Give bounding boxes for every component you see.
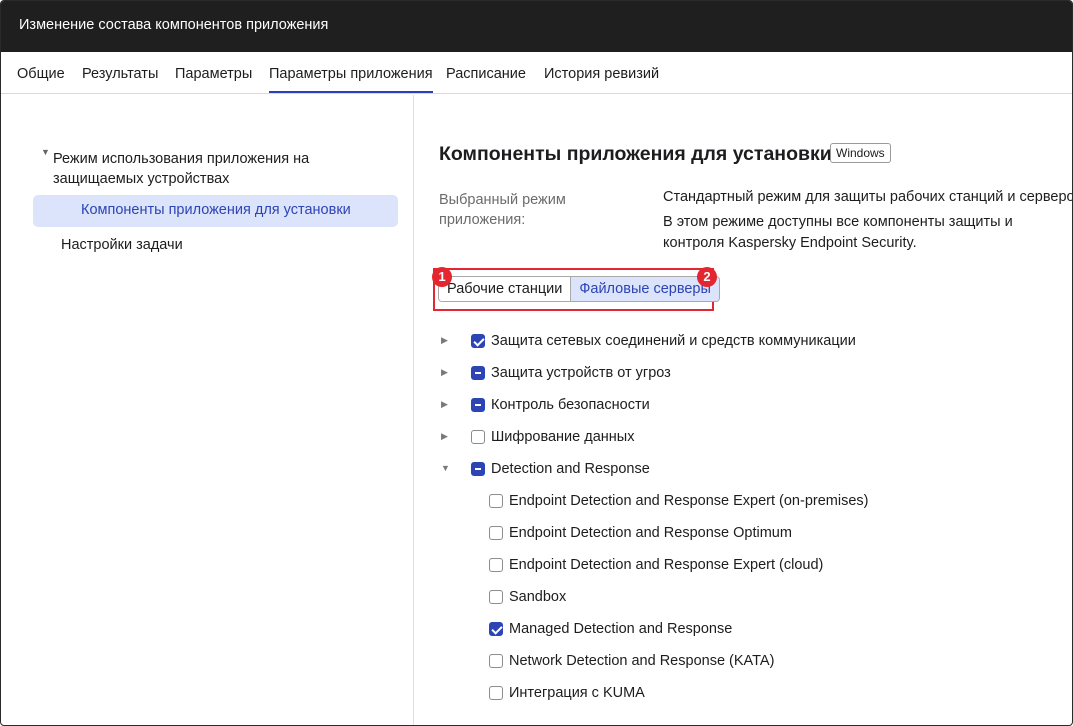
subcomponent-label: Managed Detection and Response: [509, 621, 733, 637]
subcomponent-label: Интеграция с KUMA: [509, 685, 645, 701]
subcomponent-label: Endpoint Detection and Response Expert (…: [509, 493, 869, 509]
segment-workstations[interactable]: Рабочие станции: [439, 277, 572, 301]
subcomponent-label: Network Detection and Response (KATA): [509, 653, 775, 669]
dialog-window: Изменение состава компонентов приложения…: [0, 0, 1073, 726]
annotation-marker-1: 1: [432, 267, 452, 287]
subcomponent-checkbox[interactable]: [489, 654, 503, 668]
title-bar: Изменение состава компонентов приложения: [1, 1, 1072, 52]
subcomponent-mdr: Managed Detection and Response: [489, 618, 732, 640]
main-content: Компоненты приложения для установки Wind…: [415, 95, 1073, 725]
subcomponent-edr-optimum: Endpoint Detection and Response Optimum: [489, 522, 792, 544]
mode-label: Выбранный режим приложения:: [439, 192, 566, 228]
page-title: Компоненты приложения для установки: [439, 143, 832, 165]
subcomponent-label: Sandbox: [509, 589, 567, 605]
component-label: Контроль безопасности: [491, 397, 650, 413]
tab-general[interactable]: Общие: [17, 66, 65, 82]
subcomponent-checkbox[interactable]: [489, 686, 503, 700]
subcomponent-checkbox[interactable]: [489, 558, 503, 572]
component-security-controls-checkbox[interactable]: [471, 398, 485, 412]
subcomponent-sandbox: Sandbox: [489, 586, 566, 608]
mode-description: В этом режиме доступны все компоненты за…: [663, 214, 1013, 251]
subcomponent-edr-expert-cloud: Endpoint Detection and Response Expert (…: [489, 554, 823, 576]
component-label: Шифрование данных: [491, 429, 635, 445]
component-label: Защита сетевых соединений и средств комм…: [491, 333, 856, 349]
triangle-right-icon[interactable]: ▶: [441, 367, 451, 378]
component-threat-protection: ▶ Защита устройств от угроз: [441, 362, 671, 384]
sidebar: ▼ Режим использования приложения на защи…: [1, 95, 414, 725]
subcomponent-checkbox[interactable]: [489, 622, 503, 636]
subcomponent-checkbox[interactable]: [489, 494, 503, 508]
component-label: Detection and Response: [491, 461, 650, 477]
subcomponent-edr-expert-onprem: Endpoint Detection and Response Expert (…: [489, 490, 868, 512]
component-label: Защита устройств от угроз: [491, 365, 671, 381]
device-type-switch: Рабочие станции Файловые серверы: [438, 276, 720, 302]
tree-expanded-icon[interactable]: ▼: [41, 147, 50, 157]
subcomponent-ndr-kata: Network Detection and Response (KATA): [489, 650, 774, 672]
triangle-down-icon[interactable]: ▼: [441, 463, 451, 473]
subcomponent-label: Endpoint Detection and Response Optimum: [509, 525, 792, 541]
component-threat-protection-checkbox[interactable]: [471, 366, 485, 380]
window-title: Изменение состава компонентов приложения: [19, 17, 329, 33]
subcomponent-checkbox[interactable]: [489, 590, 503, 604]
sidebar-item-components-label: Компоненты приложения для установки: [81, 202, 351, 218]
sidebar-item-task-settings[interactable]: Настройки задачи: [61, 237, 183, 253]
sidebar-item-components[interactable]: Компоненты приложения для установки: [33, 195, 398, 227]
subcomponent-label: Endpoint Detection and Response Expert (…: [509, 557, 824, 573]
triangle-right-icon[interactable]: ▶: [441, 431, 451, 442]
component-network-protection: ▶ Защита сетевых соединений и средств ко…: [441, 330, 856, 352]
subcomponent-kuma-integration: Интеграция с KUMA: [489, 682, 645, 704]
component-detection-response: ▼ Detection and Response: [441, 458, 650, 480]
component-data-encryption-checkbox[interactable]: [471, 430, 485, 444]
sidebar-item-protection-mode[interactable]: Режим использования приложения на защища…: [53, 149, 398, 189]
component-data-encryption: ▶ Шифрование данных: [441, 426, 635, 448]
triangle-right-icon[interactable]: ▶: [441, 399, 451, 410]
subcomponent-checkbox[interactable]: [489, 526, 503, 540]
tab-bar: Общие Результаты Параметры Параметры при…: [1, 52, 1072, 94]
tab-application-settings[interactable]: Параметры приложения: [269, 66, 433, 93]
triangle-right-icon[interactable]: ▶: [441, 335, 451, 346]
component-security-controls: ▶ Контроль безопасности: [441, 394, 650, 416]
annotation-marker-2: 2: [697, 267, 717, 287]
os-badge: Windows: [830, 143, 891, 163]
mode-value: Стандартный режим для защиты рабочих ста…: [663, 189, 1073, 205]
component-network-protection-checkbox[interactable]: [471, 334, 485, 348]
component-detection-response-checkbox[interactable]: [471, 462, 485, 476]
tab-parameters[interactable]: Параметры: [175, 66, 252, 82]
tab-results[interactable]: Результаты: [82, 66, 158, 82]
tab-revision-history[interactable]: История ревизий: [544, 66, 659, 82]
tab-schedule[interactable]: Расписание: [446, 66, 526, 82]
